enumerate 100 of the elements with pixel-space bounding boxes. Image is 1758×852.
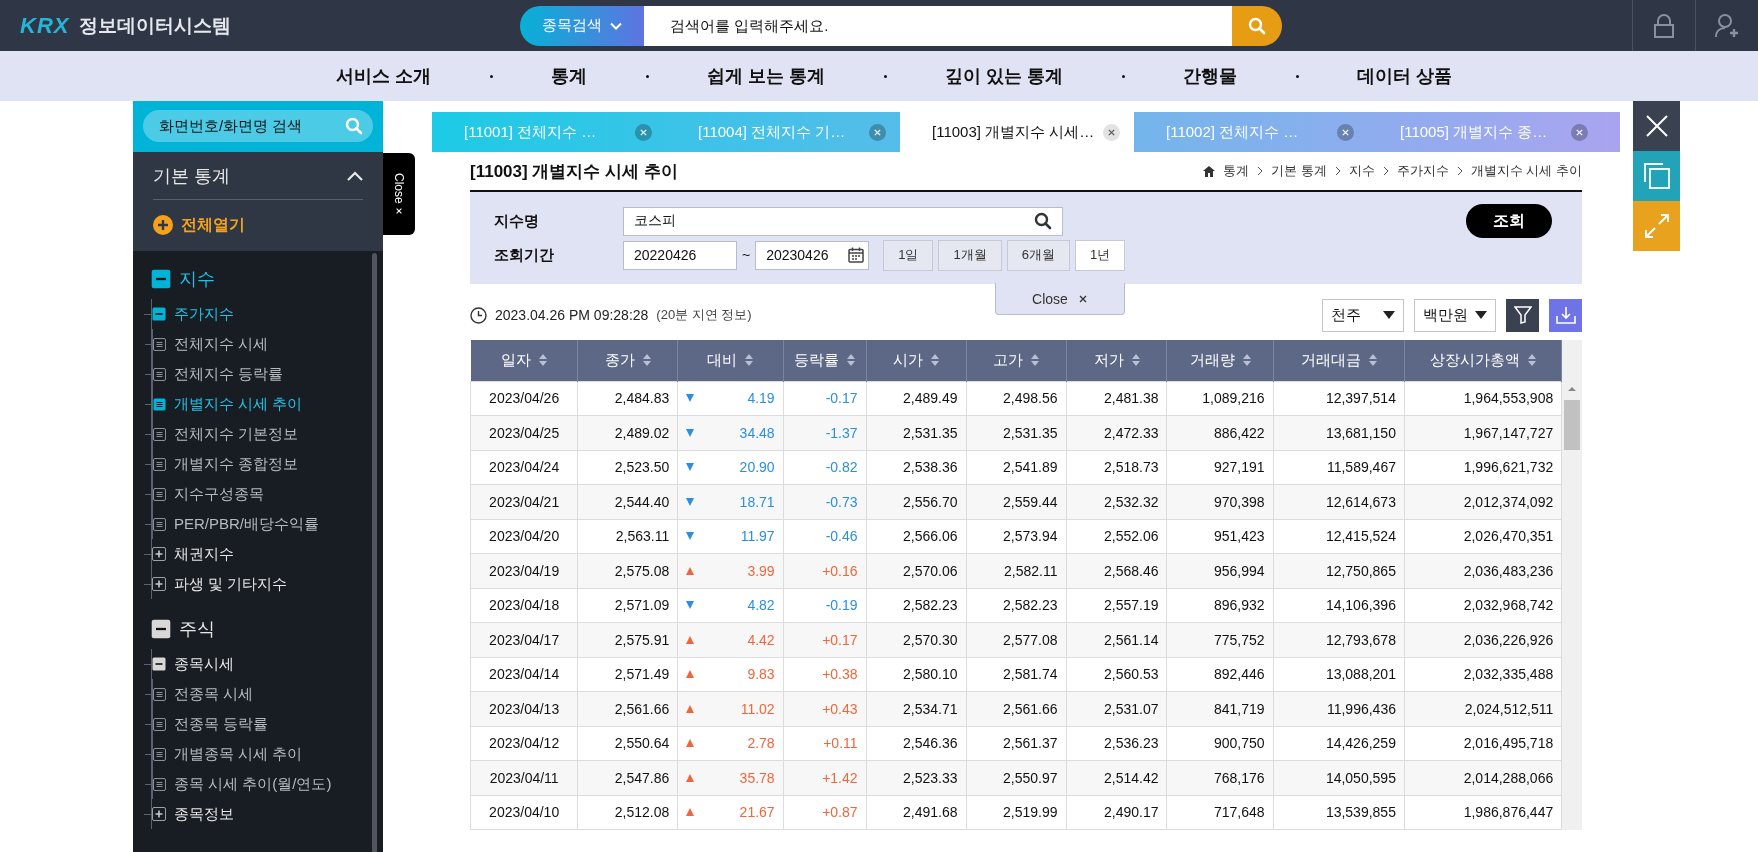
breadcrumb-link[interactable]: 통계 [1223, 162, 1250, 180]
table-cell: 13,088,201 [1273, 657, 1405, 692]
period-button[interactable]: 1년 [1074, 239, 1126, 271]
period-button[interactable]: 1일 [883, 239, 934, 271]
scrollbar[interactable] [372, 253, 377, 852]
nav-item[interactable]: 간행물 [1183, 64, 1238, 88]
header-text: 시가 [893, 350, 924, 370]
table-cell: 2,024,512,511 [1404, 691, 1562, 726]
scroll-thumb[interactable] [1564, 400, 1581, 450]
table-cell: -1.37 [783, 415, 867, 450]
tree-item[interactable]: 개별지수 종합정보 [153, 449, 383, 479]
breadcrumb-link[interactable]: 주가지수 [1396, 162, 1449, 180]
tree-item[interactable]: 전체지수 등락률 [153, 359, 383, 389]
funnel-icon [1513, 306, 1532, 324]
period-button[interactable]: 1개월 [938, 239, 1002, 271]
tree-item[interactable]: 전종목 시세 [153, 679, 383, 709]
download-button[interactable] [1549, 298, 1582, 332]
filter-button[interactable] [1506, 298, 1539, 332]
search-button[interactable]: 조회 [1466, 204, 1552, 238]
table-cell: 2,032,335,488 [1404, 657, 1562, 692]
document-icon [153, 457, 166, 471]
expand-all-button[interactable]: 전체열기 [153, 200, 245, 250]
close-button[interactable] [1633, 101, 1680, 151]
table-cell: 2,573.94 [966, 519, 1067, 554]
table-cell: 2,550.97 [966, 760, 1067, 795]
tree-item[interactable]: 채권지수 [152, 539, 383, 569]
down-triangle-icon [686, 497, 695, 506]
tree-item[interactable]: 지수구성종목 [153, 479, 383, 509]
screen-search-field[interactable]: 화면번호/화면명 검색 [143, 110, 373, 142]
table-cell: +0.43 [783, 691, 867, 726]
sort-icon [642, 354, 651, 367]
sort-icon [1131, 354, 1140, 367]
tree-item[interactable]: 주가지수 [152, 299, 383, 329]
nav-item[interactable]: 쉽게 보는 통계 [707, 64, 826, 88]
tree-item[interactable]: 지수 [151, 259, 383, 299]
tree-item[interactable]: 파생 및 기타지수 [152, 569, 383, 599]
search-field[interactable]: 검색어를 입력해주세요. [644, 5, 1232, 46]
clock-icon [470, 306, 487, 324]
tree-item[interactable]: 개별종목 시세 추이 [153, 739, 383, 769]
period-button[interactable]: 6개월 [1006, 239, 1070, 271]
table-cell: 2,014,288,066 [1404, 760, 1562, 795]
close-icon [1077, 293, 1088, 304]
table-cell: 2023/04/18 [470, 588, 578, 623]
close-sidebar-tab[interactable]: Close [383, 153, 415, 235]
nav-item[interactable]: 데이터 상품 [1357, 64, 1453, 88]
table-cell: 12,750,865 [1273, 553, 1405, 588]
table-cell: +0.11 [783, 726, 867, 761]
sort-icon [745, 354, 754, 367]
table-cell: 775,752 [1167, 622, 1274, 657]
tree-item[interactable]: 종목시세 [152, 649, 383, 679]
nav-item[interactable]: 통계 [551, 64, 587, 88]
value-unit-select[interactable]: 백만원 [1414, 298, 1496, 332]
table-cell: 2,559.44 [966, 484, 1067, 519]
sort-icon [1242, 354, 1251, 367]
table-cell: 2,519.99 [966, 795, 1067, 830]
tree-item[interactable]: 종목정보 [152, 799, 383, 829]
tree-item[interactable]: 전종목 등락률 [153, 709, 383, 739]
expand-button[interactable] [1633, 201, 1680, 251]
table-cell: 970,398 [1167, 484, 1274, 519]
volume-unit-select[interactable]: 천주 [1322, 298, 1404, 332]
range-separator: ~ [742, 247, 751, 263]
collapse-filter-button[interactable]: Close [995, 283, 1125, 315]
sort-icon [1031, 354, 1040, 367]
table-cell: 2,016,495,718 [1404, 726, 1562, 761]
table-cell: 2,544.40 [577, 484, 678, 519]
tree-item[interactable]: 종목 시세 추이(월/연도) [153, 769, 383, 799]
table-cell: -0.46 [783, 519, 867, 554]
table-cell: 2023/04/17 [470, 622, 578, 657]
nav-item[interactable]: 깊이 있는 통계 [945, 64, 1064, 88]
start-date-field[interactable]: 20220426 [623, 240, 737, 270]
header-text: 저가 [1093, 350, 1124, 370]
breadcrumb-link[interactable]: 지수 [1348, 162, 1375, 180]
sort-icon [1368, 354, 1377, 367]
sort-icon [1528, 354, 1537, 367]
tree-item[interactable]: 개별지수 시세 추이 [153, 389, 383, 419]
breadcrumb-link[interactable]: 개별지수 시세 추이 [1470, 162, 1582, 180]
table-cell: 2,518.73 [1066, 450, 1167, 485]
chevron-right-icon [1382, 166, 1389, 176]
table-cell: 12,397,514 [1273, 381, 1405, 416]
document-icon [153, 687, 166, 701]
tab[interactable]: [11003] 개별지수 시세… [900, 112, 1134, 152]
breadcrumb-link[interactable]: 기본 통계 [1271, 162, 1327, 180]
document-icon [153, 427, 166, 441]
index-name-field[interactable]: 코스피 [623, 206, 1063, 236]
tree-item[interactable]: 주식 [151, 609, 383, 649]
logo[interactable]: KRX [20, 12, 70, 39]
table-cell: 2,575.91 [577, 622, 678, 657]
page-title: [11003] 개별지수 시세 추이 [470, 160, 678, 183]
nav-item[interactable]: 서비스 소개 [336, 64, 431, 88]
scrollbar[interactable] [1562, 340, 1582, 830]
tree-item[interactable]: 전체지수 시세 [153, 329, 383, 359]
chevron-down-icon [610, 21, 622, 30]
table-cell: 927,191 [1167, 450, 1274, 485]
table-cell: 2,026,470,351 [1404, 519, 1562, 554]
table-cell: 2023/04/13 [470, 691, 578, 726]
down-triangle-icon [686, 532, 695, 541]
tree-item[interactable]: PER/PBR/배당수익률 [153, 509, 383, 539]
tree-item[interactable]: 전체지수 기본정보 [153, 419, 383, 449]
search-button[interactable] [1232, 5, 1282, 46]
end-date-field[interactable]: 20230426 [755, 240, 870, 270]
